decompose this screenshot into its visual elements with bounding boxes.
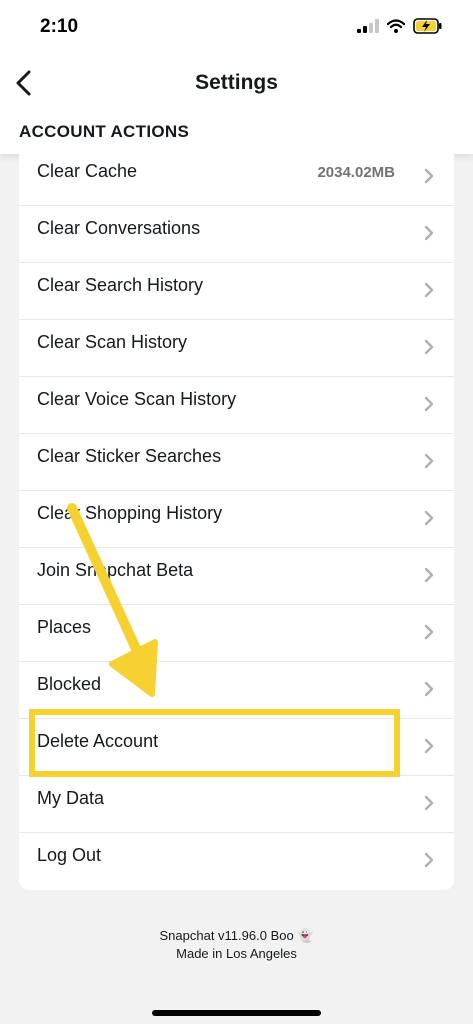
clear-conversations-row[interactable]: Clear Conversations bbox=[19, 205, 454, 263]
settings-list: Clear Cache 2034.02MB Clear Conversation… bbox=[19, 154, 454, 890]
row-label: Clear Scan History bbox=[37, 332, 188, 352]
status-time: 2:10 bbox=[40, 16, 79, 37]
signal-icon bbox=[357, 19, 379, 38]
cache-size-value: 2034.02MB bbox=[317, 164, 395, 181]
chevron-right-icon bbox=[424, 282, 434, 298]
chevron-right-icon bbox=[424, 453, 434, 469]
chevron-right-icon bbox=[424, 624, 434, 640]
chevron-right-icon bbox=[424, 168, 434, 184]
clear-search-history-row[interactable]: Clear Search History bbox=[19, 262, 454, 320]
chevron-right-icon bbox=[424, 681, 434, 697]
clear-cache-row[interactable]: Clear Cache 2034.02MB bbox=[19, 154, 454, 206]
clear-sticker-searches-row[interactable]: Clear Sticker Searches bbox=[19, 433, 454, 491]
row-label: Clear Cache bbox=[37, 161, 138, 181]
row-label: Clear Conversations bbox=[37, 218, 201, 238]
chevron-right-icon bbox=[424, 510, 434, 526]
row-label: Clear Sticker Searches bbox=[37, 446, 222, 466]
clear-shopping-history-row[interactable]: Clear Shopping History bbox=[19, 490, 454, 548]
chevron-right-icon bbox=[424, 225, 434, 241]
places-row[interactable]: Places bbox=[19, 604, 454, 662]
row-label: Clear Shopping History bbox=[37, 503, 223, 523]
home-indicator[interactable] bbox=[152, 1010, 321, 1016]
row-label: Join Snapchat Beta bbox=[37, 560, 194, 580]
chevron-right-icon bbox=[424, 339, 434, 355]
section-title: ACCOUNT ACTIONS bbox=[19, 122, 190, 141]
my-data-row[interactable]: My Data bbox=[19, 775, 454, 833]
row-label: Clear Voice Scan History bbox=[37, 389, 237, 409]
row-label: Log Out bbox=[37, 845, 102, 865]
chevron-right-icon bbox=[424, 567, 434, 583]
chevron-right-icon bbox=[424, 738, 434, 754]
row-label: My Data bbox=[37, 788, 105, 808]
chevron-right-icon bbox=[424, 852, 434, 868]
row-label: Blocked bbox=[37, 674, 102, 694]
chevron-right-icon bbox=[424, 396, 434, 412]
chevron-right-icon bbox=[424, 795, 434, 811]
join-snapchat-beta-row[interactable]: Join Snapchat Beta bbox=[19, 547, 454, 605]
status-bar: 2:10 bbox=[0, 0, 473, 58]
row-label: Clear Search History bbox=[37, 275, 204, 295]
clear-scan-history-row[interactable]: Clear Scan History bbox=[19, 319, 454, 377]
log-out-row[interactable]: Log Out bbox=[19, 832, 454, 889]
footer: Snapchat v11.96.0 Boo 👻 Made in Los Ange… bbox=[0, 927, 473, 963]
header: Settings ACCOUNT ACTIONS bbox=[0, 58, 473, 154]
status-icons bbox=[357, 18, 443, 39]
app-origin: Made in Los Angeles bbox=[176, 946, 297, 961]
wifi-icon bbox=[386, 19, 406, 38]
app-version: Snapchat v11.96.0 Boo 👻 bbox=[159, 928, 314, 943]
highlight-box bbox=[29, 709, 400, 777]
clear-voice-scan-history-row[interactable]: Clear Voice Scan History bbox=[19, 376, 454, 434]
row-label: Places bbox=[37, 617, 92, 637]
battery-charging-icon bbox=[413, 18, 443, 39]
page-title: Settings bbox=[195, 71, 278, 94]
